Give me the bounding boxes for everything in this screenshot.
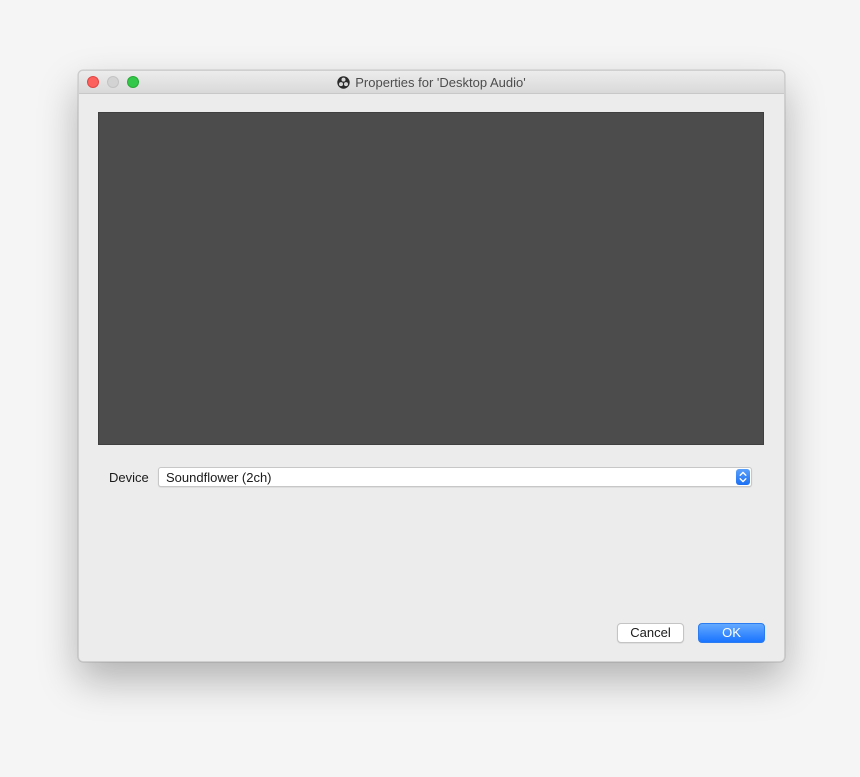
device-row: Device Soundflower (2ch) bbox=[109, 467, 754, 487]
device-select[interactable]: Soundflower (2ch) bbox=[158, 467, 752, 487]
device-label: Device bbox=[109, 470, 149, 485]
properties-window: Properties for 'Desktop Audio' Device So… bbox=[78, 70, 785, 662]
device-select-value: Soundflower (2ch) bbox=[166, 470, 272, 485]
chevron-updown-icon[interactable] bbox=[736, 469, 750, 485]
window-title: Properties for 'Desktop Audio' bbox=[355, 74, 526, 90]
audio-preview-area bbox=[98, 112, 764, 445]
obs-icon bbox=[337, 75, 350, 89]
window-title-wrap: Properties for 'Desktop Audio' bbox=[79, 71, 784, 93]
ok-button[interactable]: OK bbox=[698, 623, 765, 643]
cancel-button[interactable]: Cancel bbox=[617, 623, 684, 643]
title-bar[interactable]: Properties for 'Desktop Audio' bbox=[79, 71, 784, 94]
